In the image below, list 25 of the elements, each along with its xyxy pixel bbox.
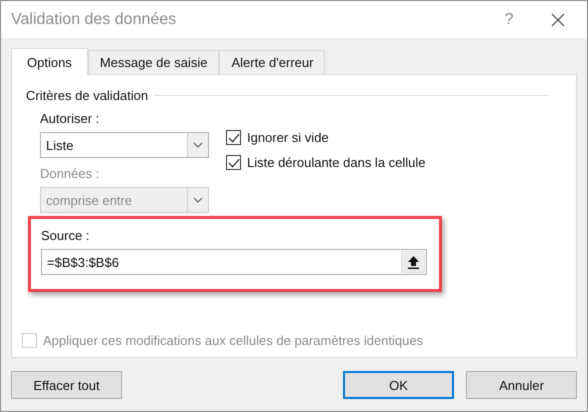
field-label: Autoriser :	[40, 111, 100, 128]
dialog-button[interactable]: Annuler	[466, 371, 577, 399]
tab[interactable]: Message de saisie	[88, 50, 220, 74]
collapse-button[interactable]	[401, 251, 425, 273]
checkbox-label[interactable]: Liste déroulante dans la cellule	[247, 155, 426, 170]
tab[interactable]: Options	[11, 48, 88, 75]
close-icon	[551, 12, 565, 26]
check-icon	[227, 132, 240, 144]
field-label: Source :	[41, 228, 90, 245]
dialog-button[interactable]: OK	[343, 371, 454, 399]
window-title: Validation des données	[11, 10, 178, 28]
dialog-button[interactable]: Effacer tout	[11, 371, 122, 399]
upload-arrow-icon	[408, 256, 418, 268]
dropdown[interactable]: Liste	[40, 132, 209, 158]
source-field[interactable]: =$B$3:$B$6	[41, 249, 427, 275]
field-label: Données :	[40, 166, 100, 183]
chevron-down-icon	[193, 142, 203, 148]
chevron-down-icon	[193, 197, 203, 203]
checkbox-label[interactable]: Ignorer si vide	[247, 130, 329, 145]
check-icon	[227, 156, 240, 168]
help-button[interactable]: ?	[497, 4, 521, 34]
checkbox[interactable]	[226, 155, 241, 170]
checkbox[interactable]	[226, 130, 241, 145]
group-title: Critères de validation	[26, 88, 148, 103]
tab[interactable]: Alerte d'erreur	[219, 50, 326, 74]
